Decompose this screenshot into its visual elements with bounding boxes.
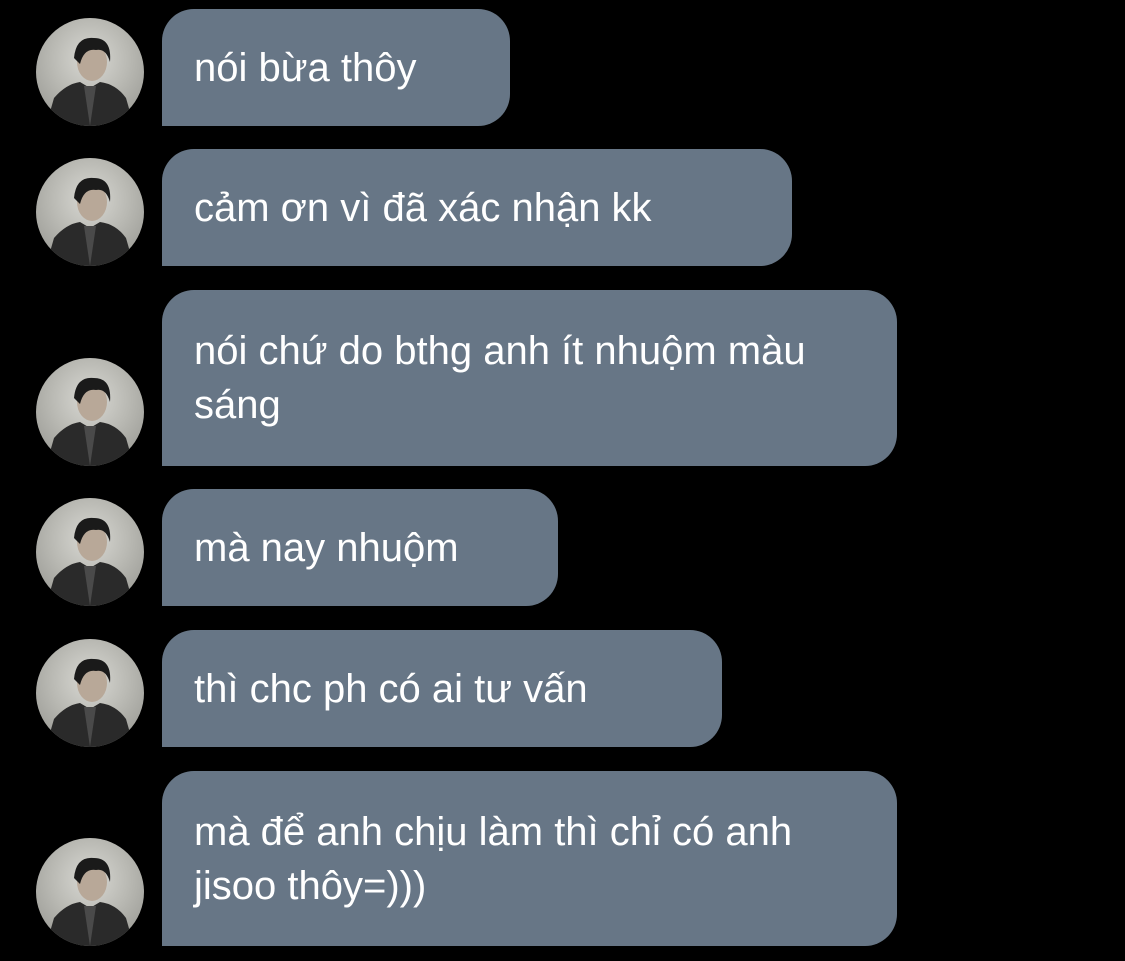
message-bubble[interactable]: mà để anh chịu làm thì chỉ có anh jisoo … [162,771,897,946]
message-bubble[interactable]: mà nay nhuộm [162,489,558,606]
avatar[interactable] [36,838,144,946]
avatar[interactable] [36,18,144,126]
profile-photo-icon [46,177,134,266]
avatar[interactable] [36,639,144,747]
message-bubble[interactable]: nói bừa thôy [162,9,510,126]
profile-photo-icon [46,857,134,946]
message-text: thì chc ph có ai tư vấn [194,666,588,711]
message-text: nói chứ do bthg anh ít nhuộm màu sáng [194,329,806,427]
avatar[interactable] [36,498,144,606]
message-bubble[interactable]: nói chứ do bthg anh ít nhuộm màu sáng [162,290,897,466]
profile-photo-icon [46,37,134,126]
profile-photo-icon [46,517,134,606]
profile-photo-icon [46,658,134,747]
profile-photo-icon [46,377,134,466]
message-text: mà để anh chịu làm thì chỉ có anh jisoo … [194,809,793,908]
message-text: nói bừa thôy [194,45,417,90]
message-text: mà nay nhuộm [194,525,459,570]
message-text: cảm ơn vì đã xác nhận kk [194,185,652,230]
avatar[interactable] [36,158,144,266]
message-bubble[interactable]: cảm ơn vì đã xác nhận kk [162,149,792,266]
message-bubble[interactable]: thì chc ph có ai tư vấn [162,630,722,747]
avatar[interactable] [36,358,144,466]
